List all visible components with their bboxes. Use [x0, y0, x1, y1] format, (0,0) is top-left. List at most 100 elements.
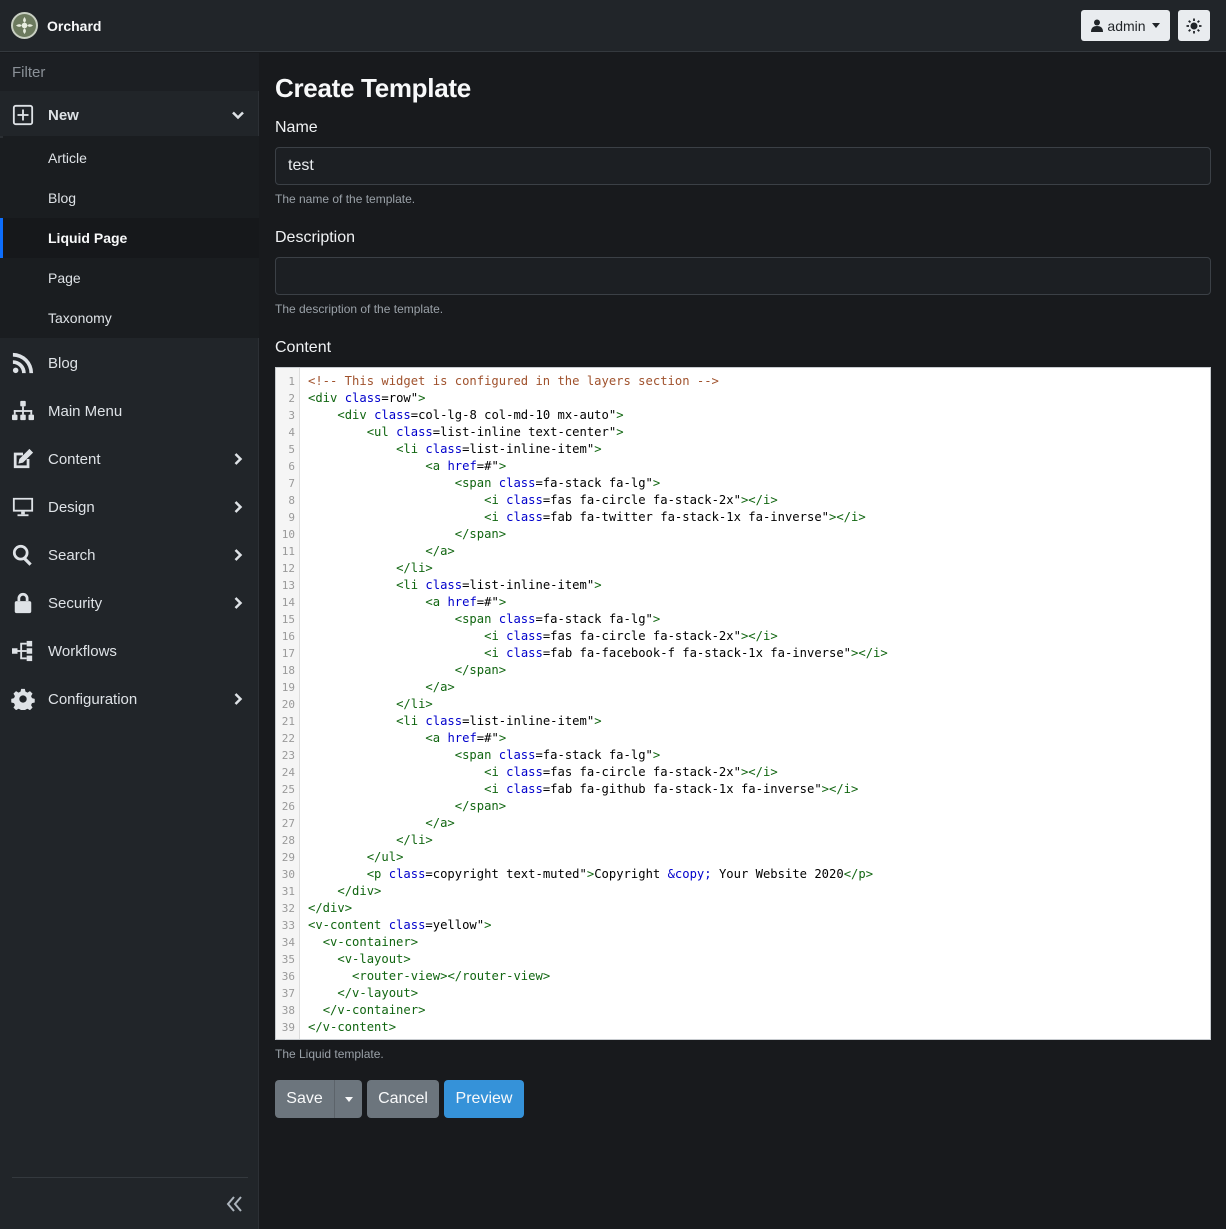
code-text: <span class=fa-stack fa-lg">: [454, 476, 661, 490]
code-text: </span>: [454, 799, 507, 813]
line-number: 33: [281, 919, 295, 932]
line-number: 23: [281, 749, 295, 762]
sidebar-subitem-liquid-page[interactable]: Liquid Page: [0, 218, 259, 258]
description-field[interactable]: [275, 257, 1211, 295]
code-text: <v-container>: [322, 935, 419, 949]
sidebar-subitem-label: Page: [48, 270, 81, 286]
code-text: <router-view></router-view>: [352, 969, 551, 983]
line-number: 11: [281, 545, 295, 558]
code-line: 18 </span>: [276, 662, 1210, 679]
save-button[interactable]: Save: [275, 1080, 334, 1118]
sidebar-filter-input[interactable]: Filter: [0, 53, 259, 91]
edit-icon: [10, 447, 36, 471]
line-number: 20: [281, 698, 295, 711]
code-text: <span class=fa-stack fa-lg">: [454, 612, 661, 626]
code-line: 23 <span class=fa-stack fa-lg">: [276, 747, 1210, 764]
line-number: 30: [281, 868, 295, 881]
code-line: 25 <i class=fab fa-github fa-stack-1x fa…: [276, 781, 1210, 798]
chevron-right-icon: [232, 692, 246, 706]
sidebar-subitem-article[interactable]: Article: [0, 138, 259, 178]
line-number: 12: [281, 562, 295, 575]
cancel-button[interactable]: Cancel: [367, 1080, 439, 1118]
preview-button[interactable]: Preview: [444, 1080, 524, 1118]
name-field[interactable]: [275, 147, 1211, 185]
chevron-right-icon: [232, 500, 246, 514]
chevron-right-icon: [232, 452, 246, 466]
theme-toggle-button[interactable]: [1178, 10, 1210, 41]
code-line: 34 <v-container>: [276, 934, 1210, 951]
code-line: 36 <router-view></router-view>: [276, 968, 1210, 985]
code-line: 1 <!-- This widget is configured in the l…: [276, 373, 1210, 390]
line-number: 18: [281, 664, 295, 677]
code-line: 5 <li class=list-inline-item">: [276, 441, 1210, 458]
sidebar-item-workflows[interactable]: Workflows: [0, 627, 259, 675]
chevron-right-icon: [232, 596, 246, 610]
sidebar-item-label: Workflows: [48, 642, 117, 660]
sidebar-subitem-taxonomy[interactable]: Taxonomy: [0, 298, 259, 338]
line-number: 10: [281, 528, 295, 541]
code-line: 31 </div>: [276, 883, 1210, 900]
sidebar-item-blog[interactable]: Blog: [0, 339, 259, 387]
sidebar-subitem-label: Taxonomy: [48, 310, 112, 326]
chevron-down-icon: [1151, 23, 1160, 28]
sitemap-icon: [10, 399, 36, 423]
code-text: <i class=fas fa-circle fa-stack-2x"></i>: [484, 493, 778, 507]
code-editor[interactable]: 1 <!-- This widget is configured in the l…: [275, 367, 1211, 1040]
code-text: <!-- This widget is configured in the la…: [308, 374, 719, 388]
user-name: admin: [1107, 17, 1146, 34]
brand-name: Orchard: [47, 17, 102, 34]
line-number: 27: [281, 817, 295, 830]
code-line: 7 <span class=fa-stack fa-lg">: [276, 475, 1210, 492]
sidebar-item-new[interactable]: New: [0, 91, 259, 139]
sidebar-subitem-blog[interactable]: Blog: [0, 178, 259, 218]
chevron-down-icon: [232, 108, 246, 122]
collapse-sidebar-icon[interactable]: [226, 1195, 246, 1215]
code-line: 32 </div>: [276, 900, 1210, 917]
code-text: <li class=list-inline-item">: [396, 714, 602, 728]
code-text: <v-content class=yellow">: [308, 918, 492, 932]
line-number: 26: [281, 800, 295, 813]
sidebar-item-content[interactable]: Content: [0, 435, 259, 483]
code-text: <p class=copyright text-muted">Copyright…: [366, 867, 874, 881]
line-number: 6: [288, 460, 295, 473]
brand[interactable]: Orchard: [11, 12, 101, 39]
line-number: 4: [288, 426, 295, 439]
code-text: <i class=fab fa-github fa-stack-1x fa-in…: [484, 782, 859, 796]
sidebar-item-search[interactable]: Search: [0, 531, 259, 579]
code-line: 3 <div class=col-lg-8 col-md-10 mx-auto"…: [276, 407, 1210, 424]
description-hint: The description of the template.: [275, 302, 444, 316]
code-line: 13 <li class=list-inline-item">: [276, 577, 1210, 594]
top-navbar: Orchard admin: [0, 0, 1226, 52]
code-text: <a href=#">: [425, 731, 507, 745]
sidebar-item-security[interactable]: Security: [0, 579, 259, 627]
sidebar-footer-divider: [12, 1177, 248, 1178]
description-label: Description: [275, 229, 356, 246]
code-line: 35 <v-layout>: [276, 951, 1210, 968]
code-line: 15 <span class=fa-stack fa-lg">: [276, 611, 1210, 628]
content-hint: The Liquid template.: [275, 1047, 384, 1061]
sidebar-subitem-page[interactable]: Page: [0, 258, 259, 298]
line-number: 29: [281, 851, 295, 864]
code-text: </span>: [454, 527, 507, 541]
code-text: </a>: [425, 544, 455, 558]
save-options-dropdown-button[interactable]: [334, 1080, 362, 1118]
user-menu-button[interactable]: admin: [1081, 10, 1170, 41]
code-text: </v-container>: [322, 1003, 426, 1017]
line-number: 25: [281, 783, 295, 796]
line-number: 21: [281, 715, 295, 728]
line-number: 3: [288, 409, 295, 422]
code-lines: 1 <!-- This widget is configured in the l…: [276, 373, 1210, 1036]
code-text: </li>: [396, 833, 433, 847]
code-line: 28 </li>: [276, 832, 1210, 849]
sidebar-item-configuration[interactable]: Configuration: [0, 675, 259, 723]
code-line: 6 <a href=#">: [276, 458, 1210, 475]
code-line: 19 </a>: [276, 679, 1210, 696]
sidebar-item-main-menu[interactable]: Main Menu: [0, 387, 259, 435]
name-label: Name: [275, 119, 318, 136]
code-text: </li>: [396, 697, 433, 711]
code-line: 21 <li class=list-inline-item">: [276, 713, 1210, 730]
code-line: 39 </v-content>: [276, 1019, 1210, 1036]
line-number: 31: [281, 885, 295, 898]
sidebar-item-design[interactable]: Design: [0, 483, 259, 531]
lock-icon: [10, 591, 36, 615]
